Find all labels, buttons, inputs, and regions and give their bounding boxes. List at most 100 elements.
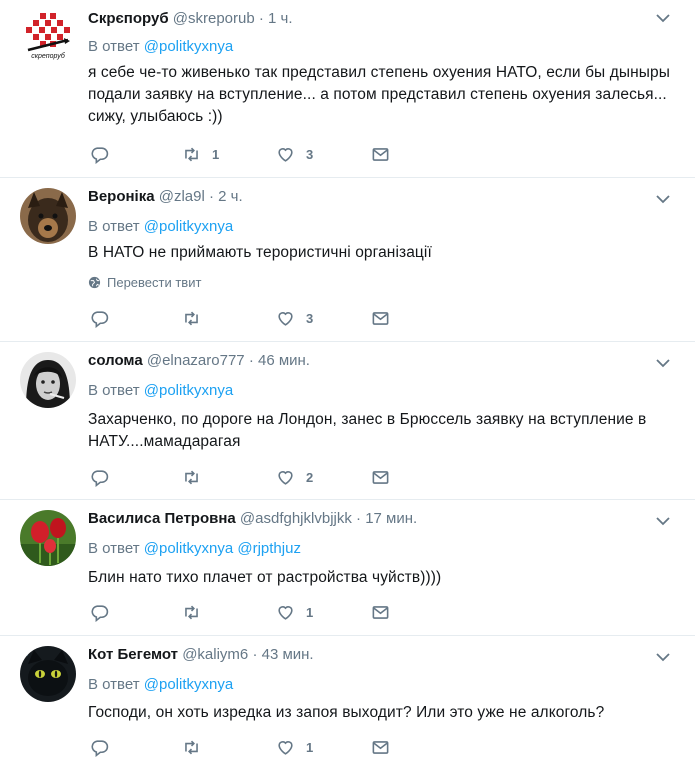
tweet-text: Господи, он хоть изредка из запоя выходи… xyxy=(88,704,605,721)
chevron-down-icon[interactable] xyxy=(655,10,671,26)
envelope-icon xyxy=(372,312,389,325)
retweet-button[interactable] xyxy=(182,603,212,622)
tweet-actions: 1 xyxy=(90,603,410,625)
reply-prefix: В ответ xyxy=(88,540,140,557)
reply-prefix: В ответ xyxy=(88,38,140,55)
reply-button[interactable] xyxy=(90,738,120,757)
heart-icon xyxy=(278,312,293,326)
user-handle[interactable]: @skreporub xyxy=(173,10,255,27)
direct-message-button[interactable] xyxy=(371,603,390,622)
reply-mention-link[interactable]: @politkyxnya xyxy=(144,382,233,399)
reply-button[interactable] xyxy=(90,603,120,622)
timestamp[interactable]: 1 ч. xyxy=(268,10,293,27)
translate-label: Перевести твит xyxy=(107,275,202,290)
envelope-icon xyxy=(372,471,389,484)
tweet-actions: 2 xyxy=(90,468,410,490)
envelope-icon xyxy=(372,741,389,754)
tweet-text: Блин нато тихо плачет от растройства чуй… xyxy=(88,569,442,586)
tweet-actions: 3 xyxy=(90,309,410,331)
timestamp[interactable]: 2 ч. xyxy=(218,188,243,205)
chevron-down-icon[interactable] xyxy=(655,355,671,371)
retweet-icon xyxy=(185,147,198,162)
reply-mention-link[interactable]: @politkyxnya xyxy=(144,540,233,557)
reply-context: В ответ @politkyxnya xyxy=(88,382,233,399)
user-handle[interactable]: @zla9l xyxy=(159,188,205,205)
separator-dot: · xyxy=(356,510,366,527)
timestamp[interactable]: 46 мин. xyxy=(258,352,310,369)
direct-message-button[interactable] xyxy=(371,738,390,757)
like-count: 2 xyxy=(306,470,314,485)
retweet-count: 1 xyxy=(212,147,220,162)
like-button[interactable]: 1 xyxy=(276,603,313,622)
like-button[interactable]: 3 xyxy=(276,145,313,164)
display-name[interactable]: Василиса Петровна xyxy=(88,510,236,527)
dog-photo-icon xyxy=(20,188,76,244)
tweet-actions: 1 3 xyxy=(90,145,410,167)
reply-context: В ответ @politkyxnya xyxy=(88,676,233,693)
like-button[interactable]: 3 xyxy=(276,309,313,328)
retweet-button[interactable] xyxy=(182,468,212,487)
chevron-down-icon[interactable] xyxy=(655,191,671,207)
retweet-icon xyxy=(185,605,198,620)
avatar[interactable] xyxy=(20,188,76,244)
tweet-item[interactable]: Вероніка @zla9l · 2 ч. В ответ @politkyx… xyxy=(0,178,695,342)
separator-dot: · xyxy=(258,10,269,27)
chevron-down-icon[interactable] xyxy=(655,649,671,665)
like-button[interactable]: 2 xyxy=(276,468,313,487)
envelope-icon xyxy=(372,148,389,161)
user-handle[interactable]: @asdfghjklvbjjkk xyxy=(240,510,352,527)
reply-context: В ответ @politkyxnya xyxy=(88,38,233,55)
reply-mention-link[interactable]: @rjpthjuz xyxy=(237,540,301,557)
tweet-header: солома @elnazaro777 · 46 мин. xyxy=(88,352,310,369)
reply-icon xyxy=(91,147,109,164)
retweet-button[interactable] xyxy=(182,738,212,757)
direct-message-button[interactable] xyxy=(371,309,390,328)
reply-button[interactable] xyxy=(90,309,120,328)
reply-prefix: В ответ xyxy=(88,676,140,693)
portrait-photo-icon xyxy=(20,352,76,408)
reply-button[interactable] xyxy=(90,145,120,164)
tweet-item[interactable]: Кот Бегемот @kaliym6 · 43 мин. В ответ @… xyxy=(0,636,695,757)
reply-mention-link[interactable]: @politkyxnya xyxy=(144,676,233,693)
retweet-icon xyxy=(185,311,198,326)
heart-icon xyxy=(278,606,293,620)
chevron-down-icon[interactable] xyxy=(655,513,671,529)
like-button[interactable]: 1 xyxy=(276,738,313,757)
reply-mention-link[interactable]: @politkyxnya xyxy=(144,38,233,55)
retweet-button[interactable] xyxy=(182,309,212,328)
reply-icon xyxy=(91,605,109,622)
translate-tweet-link[interactable]: Перевести твит xyxy=(88,275,201,290)
timestamp[interactable]: 17 мин. xyxy=(365,510,417,527)
tweet-item[interactable]: скрепоруб Скрєпоруб @skreporub · 1 ч. В … xyxy=(0,0,695,178)
display-name[interactable]: Кот Бегемот xyxy=(88,646,178,663)
reply-prefix: В ответ xyxy=(88,218,140,235)
like-count: 3 xyxy=(306,147,314,162)
avatar[interactable] xyxy=(20,352,76,408)
tweet-item[interactable]: Василиса Петровна @asdfghjklvbjjkk · 17 … xyxy=(0,500,695,636)
reply-icon xyxy=(91,740,109,757)
reply-icon xyxy=(91,470,109,487)
direct-message-button[interactable] xyxy=(371,145,390,164)
reply-context: В ответ @politkyxnya xyxy=(88,218,233,235)
tweet-header: Вероніка @zla9l · 2 ч. xyxy=(88,188,243,205)
avatar[interactable] xyxy=(20,510,76,566)
retweet-icon xyxy=(185,470,198,485)
globe-icon xyxy=(88,276,101,289)
retweet-button[interactable]: 1 xyxy=(182,145,219,164)
display-name[interactable]: солома xyxy=(88,352,143,369)
tweet-item[interactable]: солома @elnazaro777 · 46 мин. В ответ @p… xyxy=(0,342,695,500)
reply-icon xyxy=(91,311,109,328)
display-name[interactable]: Вероніка xyxy=(88,188,155,205)
avatar[interactable]: скрепоруб xyxy=(20,10,76,66)
separator-dot: · xyxy=(209,188,219,205)
user-handle[interactable]: @elnazaro777 xyxy=(147,352,245,369)
reply-button[interactable] xyxy=(90,468,120,487)
display-name[interactable]: Скрєпоруб xyxy=(88,10,169,27)
tweet-header: Кот Бегемот @kaliym6 · 43 мин. xyxy=(88,646,314,663)
reply-mention-link[interactable]: @politkyxnya xyxy=(144,218,233,235)
black-cat-photo-icon xyxy=(20,646,76,702)
timestamp[interactable]: 43 мин. xyxy=(262,646,314,663)
user-handle[interactable]: @kaliym6 xyxy=(182,646,248,663)
direct-message-button[interactable] xyxy=(371,468,390,487)
avatar[interactable] xyxy=(20,646,76,702)
